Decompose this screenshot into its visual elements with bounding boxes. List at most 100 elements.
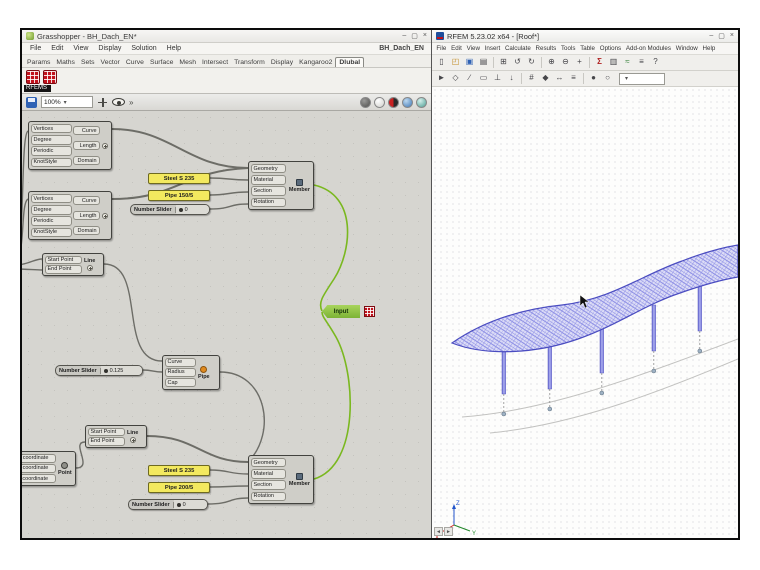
menu-view[interactable]: View [68,45,93,52]
slider-knob[interactable] [178,207,183,212]
visibility-combo[interactable]: ▾ [619,72,665,85]
number-slider-3[interactable]: Number Slider 0 [128,499,208,510]
solid-view-icon[interactable]: ● [587,72,600,85]
output-pipe[interactable]: Pipe [198,374,210,380]
param-periodic[interactable]: Periodic [30,146,72,156]
preview-off-icon[interactable] [388,96,399,108]
copy-icon[interactable]: ⊞ [497,56,510,69]
param-material[interactable]: Material [250,175,287,185]
save-icon[interactable]: ▣ [463,56,476,69]
maximize-icon[interactable]: ▢ [718,32,725,40]
param-cap[interactable]: Cap [164,378,196,388]
tab-sets[interactable]: Sets [78,58,98,67]
panel-pipe-200-5[interactable]: Pipe 200/5 [148,482,210,493]
menu-help[interactable]: Help [162,45,186,52]
param-z-coordinate[interactable]: Z coordinate [22,474,56,484]
wire-preview-icon[interactable] [374,96,385,108]
menu-window[interactable]: Window [673,45,700,52]
node-construct-point[interactable]: X coordinate Y coordinate Z coordinate P… [22,451,76,486]
graph-icon[interactable]: ≈ [621,56,634,69]
gh-document-name[interactable]: BH_Dach_EN [379,45,428,52]
tab-surface[interactable]: Surface [147,58,176,67]
slider-track[interactable]: 0.125 [100,366,142,375]
menu-solution[interactable]: Solution [126,45,161,52]
menu-calculate[interactable]: Calculate [503,45,534,52]
camera-icon[interactable] [416,96,427,108]
menu-tools[interactable]: Tools [559,45,578,52]
param-rotation[interactable]: Rotation [250,197,287,208]
panel-steel-s235[interactable]: Steel S 235 [148,173,210,184]
param-degree[interactable]: Degree [30,205,72,215]
param-radius[interactable]: Radius [164,367,196,378]
number-slider-2[interactable]: Number Slider 0.125 [55,365,143,376]
open-icon[interactable]: ◰ [449,56,462,69]
node-member-2[interactable]: Geometry Material Section Rotation Membe… [248,455,314,504]
shaded-preview-icon[interactable] [360,96,371,108]
menu-insert[interactable]: Insert [482,45,502,52]
preview-eye-icon[interactable] [112,98,125,106]
zui-plus-icon[interactable] [129,437,136,443]
output-length[interactable]: Length [72,210,100,221]
param-knotstyle[interactable]: KnotStyle [30,227,72,238]
layers-icon[interactable]: ≡ [567,72,580,85]
param-start-point[interactable]: Start Point [44,255,82,264]
menu-view[interactable]: View [464,45,482,52]
column[interactable] [501,347,506,395]
maximize-icon[interactable]: ▢ [411,32,418,40]
minimize-icon[interactable]: – [709,32,713,40]
output-domain[interactable]: Domain [72,225,100,236]
node-nurbs-curve-1[interactable]: Vertices Degree Periodic KnotStyle Curve… [28,121,112,170]
output-curve[interactable]: Curve [72,195,100,206]
output-point[interactable]: Point [58,470,72,476]
param-curve[interactable]: Curve [164,357,196,367]
param-vertices[interactable]: Vertices [30,123,72,134]
param-material[interactable]: Material [250,469,287,479]
tab-curve[interactable]: Curve [123,58,147,67]
param-knotstyle[interactable]: KnotStyle [30,157,72,168]
menu-file[interactable]: File [434,45,449,52]
tab-vector[interactable]: Vector [98,58,123,67]
close-icon[interactable]: × [423,32,427,40]
param-degree[interactable]: Degree [30,135,72,145]
menu-table[interactable]: Table [578,45,598,52]
rfem-output-component-icon[interactable] [43,70,57,84]
column[interactable] [651,304,656,352]
slider-track[interactable]: 0 [173,500,207,509]
node-line-2[interactable]: Start Point End Point Line [85,425,147,448]
mesh-icon[interactable]: # [525,72,538,85]
expand-chevron-icon[interactable]: » [129,98,133,107]
panel-pipe-150-5[interactable]: Pipe 150/5 [148,190,210,201]
param-end-point[interactable]: End Point [87,437,125,446]
number-slider-1[interactable]: Number Slider 0 [130,204,210,215]
tab-kangaroo2[interactable]: Kangaroo2 [296,58,335,67]
param-x-coordinate[interactable]: X coordinate [22,453,56,463]
pan-icon[interactable]: + [573,56,586,69]
param-periodic[interactable]: Periodic [30,216,72,226]
node-pipe[interactable]: Curve Radius Cap Pipe [162,355,220,390]
menu-display[interactable]: Display [93,45,126,52]
surface-tool-icon[interactable]: ▭ [477,72,490,85]
support-icon[interactable]: ⊥ [491,72,504,85]
param-end-point[interactable]: End Point [44,265,82,274]
ribbon-group-label[interactable]: RFEMS [24,85,51,92]
zoom-select[interactable]: 100% ▾ [41,96,93,108]
results-icon[interactable]: ▥ [607,56,620,69]
redo-icon[interactable]: ↻ [525,56,538,69]
menu-help[interactable]: Help [700,45,718,52]
tab-maths[interactable]: Maths [53,58,78,67]
print-icon[interactable]: ▤ [477,56,490,69]
line-tool-icon[interactable]: ∕ [463,72,476,85]
rfem-3d-viewport[interactable]: Z X Y ◄ ► [432,87,738,538]
output-line[interactable]: Line [84,258,95,264]
rfem-input-component-icon[interactable] [26,70,40,84]
new-file-icon[interactable]: ▯ [435,56,448,69]
wireframe-view-icon[interactable]: ○ [601,72,614,85]
menu-file[interactable]: File [25,45,46,52]
param-geometry[interactable]: Geometry [250,457,287,468]
menu-results[interactable]: Results [533,45,558,52]
zoom-out-icon[interactable]: ⊖ [559,56,572,69]
render-mode-icon[interactable]: ◇ [449,72,462,85]
scroll-right-icon[interactable]: ► [444,527,453,536]
column[interactable] [547,342,552,390]
param-section[interactable]: Section [250,186,287,196]
